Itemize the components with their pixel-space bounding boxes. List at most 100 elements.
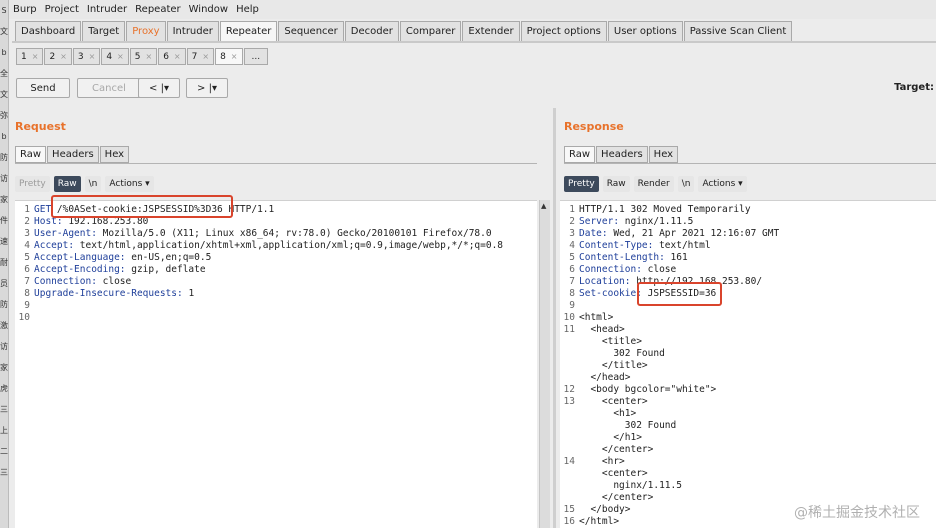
- request-tab-raw[interactable]: Raw: [15, 146, 47, 163]
- repeater-tab-label: 2: [49, 51, 56, 62]
- menu-item-project[interactable]: Project: [41, 4, 83, 15]
- left-strip-char: 耐: [0, 258, 8, 267]
- repeater-tab-bar: 1 × 2 × 3 × 4 × 5 × 6 × 7 × 8 ×...: [16, 48, 269, 65]
- response-tab-hex[interactable]: Hex: [648, 146, 679, 163]
- header-value: </h1>: [579, 432, 642, 443]
- repeater-tab[interactable]: 7 ×: [186, 48, 215, 65]
- left-strip-char: 激: [0, 321, 8, 330]
- tab-extender[interactable]: Extender: [462, 21, 520, 41]
- close-icon[interactable]: ×: [231, 52, 238, 61]
- tab-intruder[interactable]: Intruder: [166, 21, 219, 41]
- line-number: 10: [18, 312, 30, 323]
- request-highlight-box: [51, 195, 233, 218]
- header-value: Wed, 21 Apr 2021 12:16:07 GMT: [607, 228, 780, 239]
- tab-target[interactable]: Target: [82, 21, 126, 41]
- forward-button[interactable]: > |▾: [186, 78, 228, 98]
- menu-item-repeater[interactable]: Repeater: [131, 4, 184, 15]
- response-view-actions[interactable]: Actions ▾: [698, 176, 747, 192]
- left-strip-char: 弥: [0, 111, 8, 120]
- header-value: </html>: [579, 516, 620, 527]
- repeater-tab-label: 8: [220, 51, 226, 62]
- repeater-tab[interactable]: 5 ×: [129, 48, 158, 65]
- menu-item-window[interactable]: Window: [185, 4, 232, 15]
- left-strip-char: 家: [0, 363, 8, 372]
- send-button[interactable]: Send: [16, 78, 70, 98]
- back-button[interactable]: < |▾: [138, 78, 180, 98]
- request-view-raw[interactable]: Raw: [53, 176, 81, 192]
- menu-item-burp[interactable]: Burp: [9, 4, 41, 15]
- request-view-pretty[interactable]: Pretty: [15, 176, 50, 192]
- response-tab-raw[interactable]: Raw: [564, 146, 596, 163]
- left-strip-char: 件: [0, 216, 8, 225]
- close-icon[interactable]: ×: [174, 52, 181, 61]
- request-line: 6 Accept-Encoding: gzip, deflate: [15, 264, 205, 276]
- request-tab-headers[interactable]: Headers: [47, 146, 99, 163]
- line-number: 2: [24, 216, 30, 227]
- repeater-tab[interactable]: 4 ×: [101, 48, 129, 65]
- tab-comparer[interactable]: Comparer: [399, 21, 462, 41]
- tab-project-options[interactable]: Project options: [520, 21, 607, 41]
- repeater-tab-label: 5: [134, 51, 141, 62]
- header-value: 161: [664, 252, 688, 263]
- left-strip-char: 文: [0, 27, 8, 36]
- request-view-actions[interactable]: Actions ▾: [105, 176, 154, 192]
- tab-decoder[interactable]: Decoder: [344, 21, 399, 41]
- response-editor[interactable]: 1 HTTP/1.1 302 Moved Temporarily 2 Server: …: [560, 200, 936, 528]
- response-view-newline[interactable]: \n: [677, 176, 695, 192]
- request-line: 7 Connection: close: [15, 276, 131, 288]
- scroll-up-icon[interactable]: ▲: [541, 202, 546, 210]
- response-line: 12 <body bgcolor="white">: [560, 384, 717, 396]
- close-icon[interactable]: ×: [202, 52, 209, 61]
- close-icon[interactable]: ×: [32, 52, 39, 61]
- header-value: en-US,en;q=0.5: [125, 252, 212, 263]
- line-number: 4: [569, 240, 575, 251]
- request-view-newline[interactable]: \n: [84, 176, 102, 192]
- menu-item-intruder[interactable]: Intruder: [83, 4, 131, 15]
- request-line: 10: [15, 312, 34, 324]
- response-view-raw[interactable]: Raw: [602, 176, 630, 192]
- repeater-tab-more[interactable]: ...: [243, 48, 269, 65]
- line-number: 15: [563, 504, 575, 515]
- menu-bar: Burp Project Intruder Repeater Window Help: [9, 0, 936, 19]
- response-view-render[interactable]: Render: [633, 176, 674, 192]
- response-line: 302 Found: [560, 348, 664, 360]
- cancel-button[interactable]: Cancel: [77, 78, 141, 98]
- header-name: User-Agent:: [34, 228, 97, 239]
- left-strip-char: b: [1, 48, 7, 57]
- repeater-tab[interactable]: 3 ×: [72, 48, 101, 65]
- tab-dashboard[interactable]: Dashboard: [15, 21, 82, 41]
- line-number: 8: [569, 288, 575, 299]
- header-value: 302 Found: [579, 420, 677, 431]
- response-tab-headers[interactable]: Headers: [596, 146, 648, 163]
- response-view-bar: Pretty Raw Render \n Actions ▾: [564, 176, 751, 192]
- left-strip-char: 上: [0, 426, 8, 435]
- tab-proxy[interactable]: Proxy: [126, 21, 166, 41]
- request-scrollbar[interactable]: ▲: [539, 200, 550, 528]
- request-tab-hex[interactable]: Hex: [99, 146, 130, 163]
- repeater-tab[interactable]: 2 ×: [44, 48, 72, 65]
- pane-divider[interactable]: [553, 108, 556, 528]
- tab-repeater[interactable]: Repeater: [219, 21, 278, 41]
- repeater-tab[interactable]: 6 ×: [158, 48, 186, 65]
- request-tab-line: [15, 163, 537, 164]
- tab-passive-scan-client[interactable]: Passive Scan Client: [683, 21, 793, 41]
- header-name: Content-Type:: [579, 240, 654, 251]
- request-editor[interactable]: 1 GET /%0ASet-cookie:JSPSESSID%3D36 HTTP/…: [15, 200, 537, 528]
- request-line: 9: [15, 300, 34, 312]
- line-number: 8: [24, 288, 30, 299]
- response-line: 302 Found: [560, 420, 676, 432]
- menu-item-help[interactable]: Help: [232, 4, 263, 15]
- repeater-tab[interactable]: 1 ×: [16, 48, 44, 65]
- close-icon[interactable]: ×: [89, 52, 96, 61]
- tab-sequencer[interactable]: Sequencer: [278, 21, 344, 41]
- close-icon[interactable]: ×: [60, 52, 67, 61]
- repeater-tab[interactable]: 8 ×: [215, 48, 243, 65]
- close-icon[interactable]: ×: [145, 52, 152, 61]
- header-value: <body bgcolor="white">: [579, 384, 717, 395]
- tab-user-options[interactable]: User options: [607, 21, 683, 41]
- response-line: 16 </html>: [560, 516, 620, 528]
- close-icon[interactable]: ×: [117, 52, 124, 61]
- response-view-pretty[interactable]: Pretty: [564, 176, 599, 192]
- left-strip-char: 三: [0, 468, 8, 477]
- header-value: <head>: [579, 324, 625, 335]
